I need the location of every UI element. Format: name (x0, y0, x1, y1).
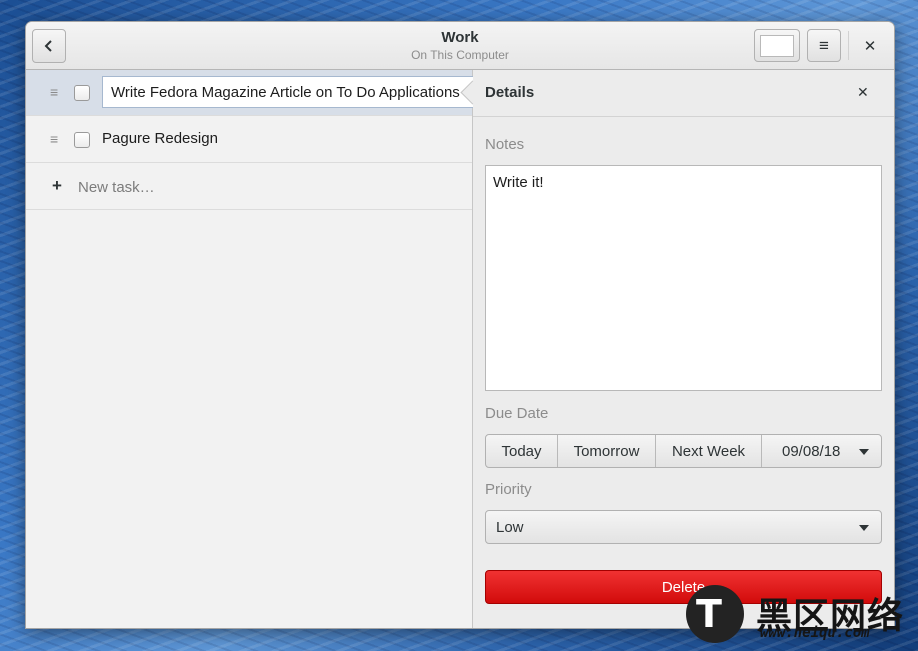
site-watermark: T 黑区网络 www.heiqu.com (686, 585, 914, 647)
due-today-button[interactable]: Today (486, 435, 558, 467)
due-date-value: 09/08/18 (782, 442, 841, 460)
details-title: Details (485, 84, 535, 101)
view-icon (760, 34, 794, 57)
task-row[interactable]: ≡ Pagure Redesign (26, 117, 472, 163)
hamburger-menu-icon: ≡ (819, 35, 829, 55)
watermark-logo-glyph: T (696, 592, 722, 636)
due-next-week-button[interactable]: Next Week (656, 435, 762, 467)
priority-dropdown[interactable]: Low (485, 510, 882, 544)
headerbar: Work On This Computer ≡ ✕ (26, 22, 894, 70)
chevron-down-icon (859, 449, 869, 455)
menu-button[interactable]: ≡ (807, 29, 841, 62)
headerbar-separator (848, 31, 849, 60)
new-task-input[interactable]: New task… (78, 179, 155, 196)
close-icon: ✕ (857, 84, 869, 100)
notes-textarea[interactable]: Write it! (485, 165, 882, 391)
task-row[interactable]: ≡ Write Fedora Magazine Article on To Do… (26, 70, 474, 116)
details-header: Details ✕ (460, 70, 894, 117)
task-title: Pagure Redesign (102, 130, 218, 147)
close-icon: ✕ (863, 38, 877, 55)
plus-icon: + (52, 176, 62, 195)
app-window: Work On This Computer ≡ ✕ ≡ Write Fedora… (25, 21, 895, 629)
task-checkbox[interactable] (74, 85, 90, 101)
task-checkbox[interactable] (74, 132, 90, 148)
priority-label: Priority (485, 481, 532, 498)
drag-handle-icon[interactable]: ≡ (50, 131, 58, 147)
chevron-down-icon (859, 525, 869, 531)
due-tomorrow-button[interactable]: Tomorrow (558, 435, 656, 467)
view-toggle-button[interactable] (754, 29, 800, 62)
priority-value: Low (496, 519, 524, 536)
due-date-buttons: Today Tomorrow Next Week 09/08/18 (485, 434, 882, 468)
details-panel: Details ✕ Notes Write it! Due Date Today… (460, 70, 894, 628)
task-title-input[interactable]: Write Fedora Magazine Article on To Do A… (102, 76, 474, 108)
new-task-row[interactable]: + New task… (26, 164, 472, 210)
watermark-url: www.heiqu.com (760, 625, 870, 641)
due-date-label: Due Date (485, 405, 549, 422)
notes-label: Notes (485, 136, 525, 153)
due-date-picker[interactable]: 09/08/18 (762, 435, 881, 467)
task-list: ≡ Write Fedora Magazine Article on To Do… (26, 70, 474, 628)
drag-handle-icon[interactable]: ≡ (50, 84, 58, 100)
details-close-button[interactable]: ✕ (857, 84, 869, 101)
window-close-button[interactable]: ✕ (857, 34, 883, 58)
